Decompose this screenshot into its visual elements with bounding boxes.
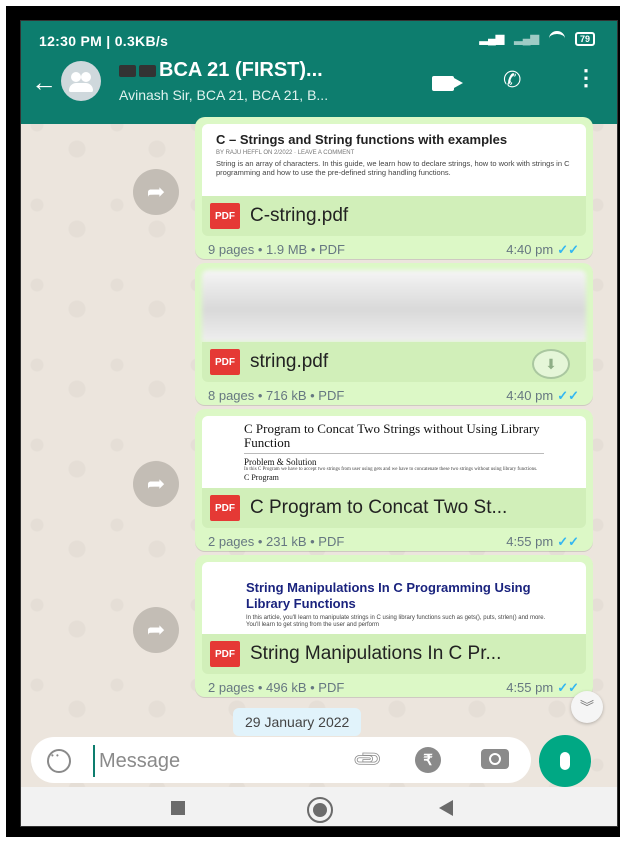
forward-icon[interactable]: ➦ — [133, 169, 179, 215]
preview-title: C – Strings and String functions with ex… — [216, 132, 508, 147]
message-bubble[interactable]: C – Strings and String functions with ex… — [195, 117, 593, 259]
recents-icon[interactable] — [171, 801, 185, 815]
camera-icon[interactable] — [481, 749, 509, 769]
date-separator: 29 January 2022 — [233, 708, 362, 736]
emoji-icon[interactable] — [47, 749, 71, 773]
file-meta: 8 pages • 716 kB • PDF — [208, 388, 345, 403]
pdf-icon: PDF — [210, 495, 240, 521]
preview-subheading: C Program — [244, 473, 279, 482]
group-avatar[interactable] — [61, 61, 101, 101]
battery-icon: 79 — [574, 31, 595, 46]
file-meta: 9 pages • 1.9 MB • PDF — [208, 242, 345, 257]
message-time: 4:55 pm ✓✓ — [506, 680, 579, 696]
file-bar[interactable]: PDF string.pdf ⬇ — [202, 342, 586, 382]
read-ticks-icon: ✓✓ — [557, 680, 579, 695]
phone-call-icon[interactable]: ✆ — [503, 67, 521, 93]
back-nav-icon[interactable] — [439, 800, 453, 816]
time-text: 4:40 pm — [506, 388, 554, 403]
signal-icon: ▂▄▆ — [479, 33, 505, 45]
preview-byline: BY RAJU HEFFL ON 2/2022 · LEAVE A COMMEN… — [216, 150, 355, 156]
message-time: 4:40 pm ✓✓ — [506, 388, 579, 404]
preview-title: String Manipulations In C Programming Us… — [246, 580, 531, 611]
pdf-icon: PDF — [210, 203, 240, 229]
document-preview-blurred[interactable] — [202, 270, 586, 342]
preview-body: In this article, you'll learn to manipul… — [246, 615, 546, 628]
message-bubble[interactable]: C Program to Concat Two Strings without … — [195, 409, 593, 551]
message-composer: 📎︎ ₹ — [31, 737, 531, 783]
pdf-icon: PDF — [210, 349, 240, 375]
pdf-icon: PDF — [210, 641, 240, 667]
back-arrow-icon[interactable]: ← — [31, 69, 57, 95]
android-nav-bar — [21, 787, 617, 826]
wifi-icon — [548, 31, 565, 46]
forward-icon[interactable]: ➦ — [133, 461, 179, 507]
document-preview[interactable]: String Manipulations In C Programming Us… — [202, 562, 586, 634]
microphone-button[interactable] — [539, 735, 591, 787]
forward-icon[interactable]: ➦ — [133, 607, 179, 653]
video-call-icon[interactable] — [432, 76, 454, 91]
scroll-down-icon[interactable]: ︾ — [571, 691, 603, 723]
chat-participants[interactable]: Avinash Sir, BCA 21, BCA 21, B... — [119, 87, 328, 103]
file-name: String Manipulations In C Pr... — [250, 643, 502, 664]
read-ticks-icon: ✓✓ — [557, 388, 579, 403]
microphone-icon — [560, 752, 570, 770]
rupee-payment-icon[interactable]: ₹ — [415, 747, 441, 773]
file-bar[interactable]: PDF String Manipulations In C Pr... — [202, 634, 586, 674]
preview-title: C Program to Concat Two Strings without … — [244, 421, 540, 450]
chat-title[interactable]: BCA 21 (FIRST)... — [119, 59, 323, 82]
message-bubble[interactable]: String Manipulations In C Programming Us… — [195, 555, 593, 697]
file-bar[interactable]: PDF C-string.pdf — [202, 196, 586, 236]
status-icons: ▂▄▆ ▂▄▆ 79 — [480, 31, 595, 46]
message-time: 4:55 pm ✓✓ — [506, 534, 579, 550]
message-time: 4:40 pm ✓✓ — [506, 242, 579, 258]
computer-emoji-icon — [119, 64, 136, 77]
signal-2-icon: ▂▄▆ — [514, 33, 539, 45]
paperclip-icon[interactable]: 📎︎ — [350, 742, 386, 778]
printer-emoji-icon — [139, 64, 156, 77]
time-text: 4:55 pm — [506, 680, 554, 695]
message-input[interactable] — [93, 745, 331, 777]
document-preview[interactable]: C Program to Concat Two Strings without … — [202, 416, 586, 488]
document-preview[interactable]: C – Strings and String functions with ex… — [202, 124, 586, 196]
file-name: C-string.pdf — [250, 205, 349, 226]
chat-header: 12:30 PM | 0.3KB/s ▂▄▆ ▂▄▆ 79 ← BCA 21 (… — [21, 21, 617, 124]
preview-body: String is an array of characters. In thi… — [216, 159, 570, 177]
message-bubble[interactable]: PDF string.pdf ⬇ 8 pages • 716 kB • PDF … — [195, 263, 593, 405]
whatsapp-chat-screen: 12:30 PM | 0.3KB/s ▂▄▆ ▂▄▆ 79 ← BCA 21 (… — [20, 20, 618, 827]
read-ticks-icon: ✓✓ — [557, 534, 579, 549]
file-meta: 2 pages • 496 kB • PDF — [208, 680, 345, 695]
status-time-speed: 12:30 PM | 0.3KB/s — [39, 33, 169, 49]
file-bar[interactable]: PDF C Program to Concat Two St... — [202, 488, 586, 528]
time-text: 4:55 pm — [506, 534, 554, 549]
read-ticks-icon: ✓✓ — [557, 242, 579, 257]
preview-body: In this C Program we have to accept two … — [244, 467, 538, 472]
download-icon[interactable]: ⬇ — [532, 349, 570, 379]
more-menu-icon[interactable]: ⋮ — [575, 67, 597, 89]
file-name: string.pdf — [250, 351, 329, 372]
file-meta: 2 pages • 231 kB • PDF — [208, 534, 345, 549]
home-icon[interactable] — [307, 797, 333, 823]
chat-title-text: BCA 21 (FIRST)... — [159, 59, 323, 81]
file-name: C Program to Concat Two St... — [250, 497, 508, 518]
preview-heading: Problem & Solution — [244, 457, 317, 467]
time-text: 4:40 pm — [506, 242, 554, 257]
